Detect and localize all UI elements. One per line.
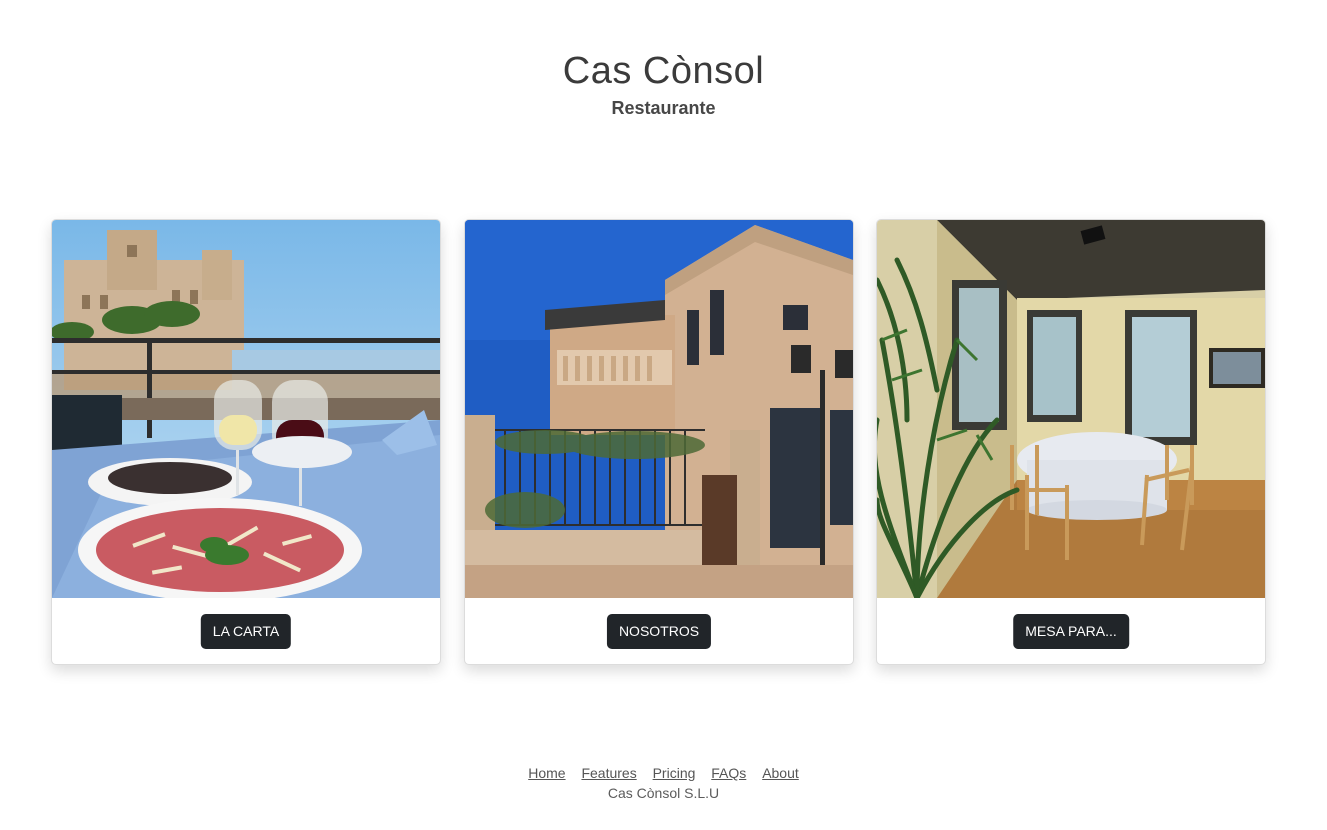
card-nosotros: NOSOTROS [464,219,854,665]
footer-nav: Home Features Pricing FAQs About [0,765,1327,781]
site-title: Cas Cònsol [562,50,765,92]
card-grid: LA CARTA NOSOTROS MESA PARA... [51,219,1266,665]
restaurant-terrace-table-photo [52,220,440,598]
site-footer: Home Features Pricing FAQs About Cas Còn… [0,765,1327,801]
footer-link-about[interactable]: About [762,765,799,781]
footer-link-features[interactable]: Features [581,765,636,781]
private-dining-room-photo [877,220,1265,598]
copyright-text: Cas Cònsol S.L.U [607,785,720,801]
mesa-para-button[interactable]: MESA PARA... [1013,614,1129,649]
footer-link-faqs[interactable]: FAQs [711,765,746,781]
nosotros-button[interactable]: NOSOTROS [606,614,712,649]
card-mesa-para: MESA PARA... [876,219,1266,665]
site-subtitle: Restaurante [611,98,716,118]
site-header: Cas Cònsol Restaurante [0,48,1327,120]
footer-link-pricing[interactable]: Pricing [653,765,696,781]
footer-link-home[interactable]: Home [528,765,565,781]
card-la-carta: LA CARTA [51,219,441,665]
la-carta-button[interactable]: LA CARTA [200,614,292,649]
restaurant-building-facade-photo [465,220,853,598]
